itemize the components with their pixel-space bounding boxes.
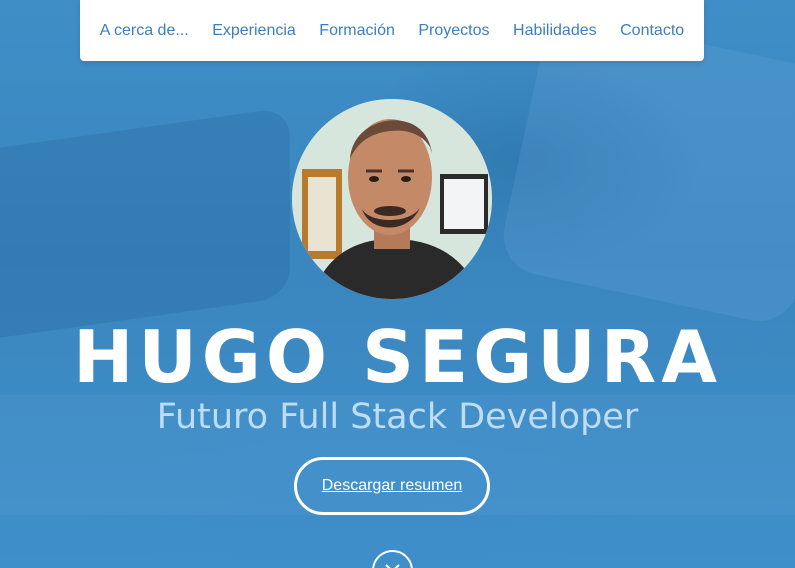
profile-photo [292, 99, 492, 299]
nav-link-about[interactable]: A cerca de... [100, 22, 189, 40]
nav-link-projects[interactable]: Proyectos [418, 22, 489, 40]
background-shape [0, 106, 290, 344]
hero-name: HUGO SEGURA [73, 315, 722, 399]
nav-link-contact[interactable]: Contacto [620, 22, 684, 40]
download-resume-button[interactable]: Descargar resumen [294, 457, 490, 515]
chevron-down-icon-glyph [385, 564, 400, 568]
navbar: A cerca de... Experiencia Formación Proy… [80, 0, 704, 61]
hero-subtitle: Futuro Full Stack Developer [156, 397, 639, 437]
nav-link-experience[interactable]: Experiencia [212, 22, 296, 40]
hero-section: A cerca de... Experiencia Formación Proy… [0, 0, 795, 568]
nav-link-skills[interactable]: Habilidades [513, 22, 597, 40]
nav-link-education[interactable]: Formación [319, 22, 395, 40]
chevron-down-icon[interactable] [372, 550, 413, 568]
avatar [292, 99, 492, 299]
